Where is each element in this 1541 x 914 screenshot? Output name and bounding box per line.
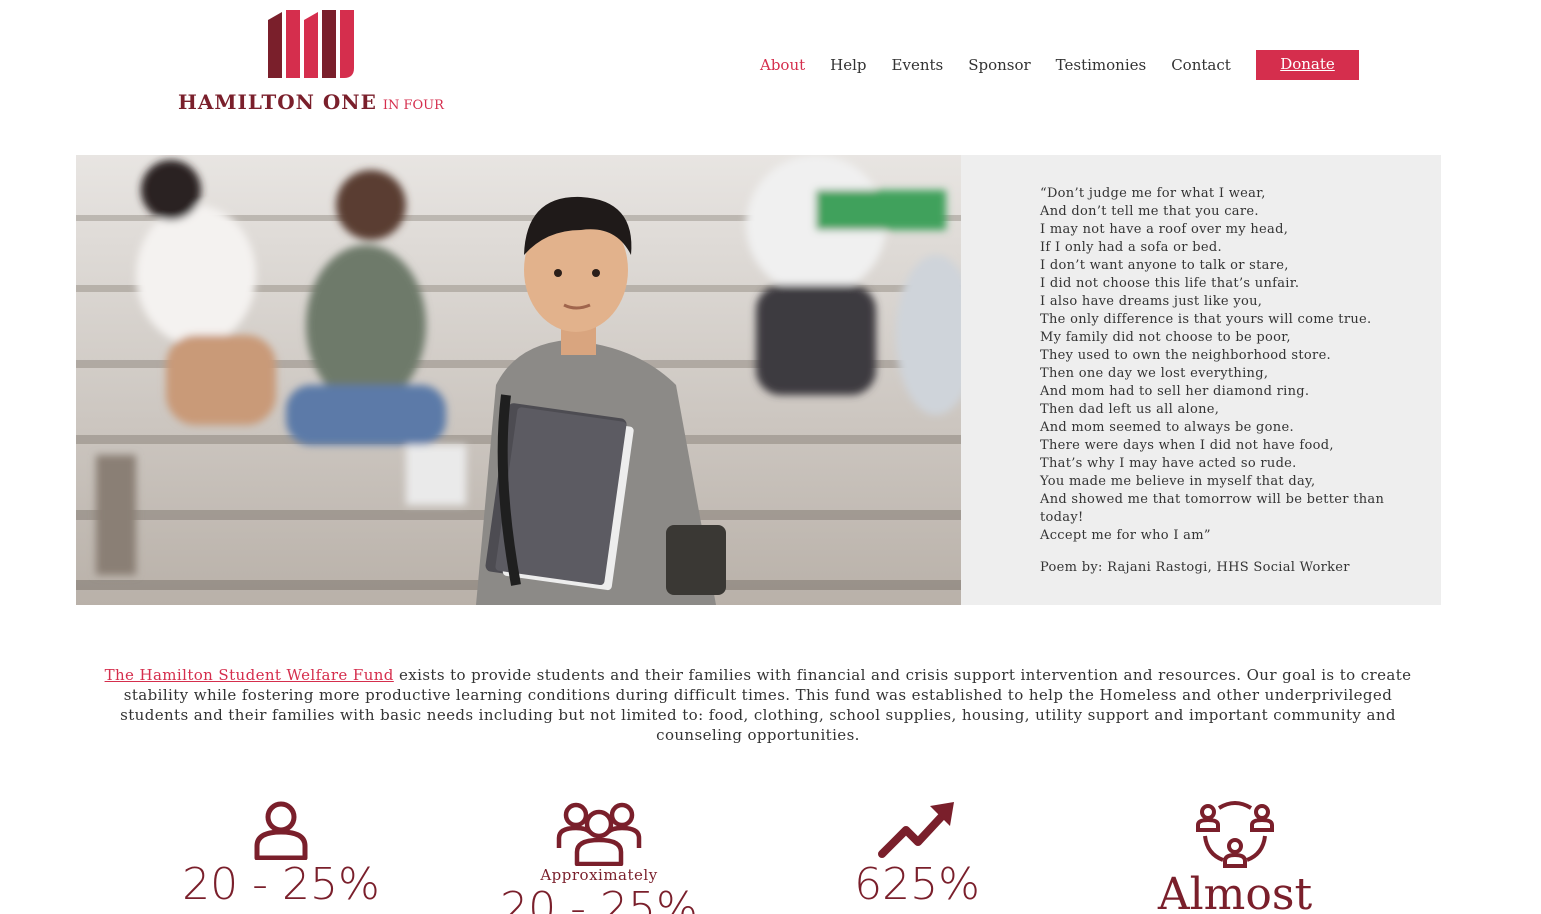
person-icon: [254, 801, 308, 860]
stat-item: Approximately 20 - 25%: [449, 800, 749, 914]
students-photo: [76, 155, 961, 605]
stat-item: 625%: [767, 800, 1067, 910]
poem-line: That’s why I may have acted so rude.: [1040, 456, 1297, 471]
students-photo-illustration: [76, 155, 961, 605]
poem-line: Accept me for who I am”: [1040, 528, 1211, 543]
poem-line: I don’t want anyone to talk or stare,: [1040, 258, 1289, 273]
poem-line: Then one day we lost everything,: [1040, 366, 1269, 381]
logo-text-main: HAMILTON ONE: [178, 90, 377, 114]
nav-contact[interactable]: Contact: [1171, 56, 1231, 74]
poem-line: My family did not choose to be poor,: [1040, 330, 1291, 345]
poem-line: “Don’t judge me for what I wear,: [1040, 186, 1266, 201]
poem-line: And mom had to sell her diamond ring.: [1040, 384, 1310, 399]
stat-prefix: Approximately: [540, 866, 658, 884]
group-icon: [556, 802, 642, 866]
donate-button[interactable]: Donate: [1256, 50, 1359, 80]
trend-up-icon: [878, 802, 954, 858]
site-logo[interactable]: HAMILTON ONE IN FOUR: [178, 10, 458, 120]
stat-value: Almost: [1157, 869, 1313, 914]
poem-line: And showed me that tomorrow will be bett…: [1040, 492, 1385, 525]
poem-line: You made me believe in myself that day,: [1040, 474, 1316, 489]
nav-sponsor[interactable]: Sponsor: [968, 56, 1030, 74]
nav-testimonies[interactable]: Testimonies: [1056, 56, 1147, 74]
network-icon: [1196, 801, 1274, 868]
nav-about[interactable]: About: [760, 56, 805, 74]
poem-line: I may not have a roof over my head,: [1040, 222, 1289, 237]
stat-value: 625%: [854, 859, 980, 910]
poem-line: There were days when I did not have food…: [1040, 438, 1334, 453]
poem-line: I did not choose this life that’s unfair…: [1040, 276, 1300, 291]
fund-intro: The Hamilton Student Welfare Fund exists…: [100, 665, 1416, 745]
hero-section: “Don’t judge me for what I wear, And don…: [76, 155, 1441, 605]
poem-credit: Poem by: Rajani Rastogi, HHS Social Work…: [1040, 560, 1350, 575]
poem-line: They used to own the neighborhood store.: [1040, 348, 1331, 363]
poem-line: And don’t tell me that you care.: [1040, 204, 1259, 219]
stat-value: 20 - 25%: [500, 883, 698, 914]
logo-mark-icon: [268, 10, 354, 78]
nav-help[interactable]: Help: [830, 56, 866, 74]
fund-link[interactable]: The Hamilton Student Welfare Fund: [105, 666, 394, 684]
nav-events[interactable]: Events: [892, 56, 944, 74]
stat-value: 20 - 25%: [182, 859, 380, 910]
stat-item: 20 - 25%: [131, 800, 431, 910]
logo-text-accent: IN FOUR: [382, 98, 444, 113]
poem-line: And mom seemed to always be gone.: [1040, 420, 1294, 435]
main-nav: About Help Events Sponsor Testimonies Co…: [760, 50, 1256, 80]
stat-item: Almost: [1085, 800, 1385, 914]
poem-line: I also have dreams just like you,: [1040, 294, 1263, 309]
poem-line: Then dad left us all alone,: [1040, 402, 1220, 417]
poem-line: If I only had a sofa or bed.: [1040, 240, 1222, 255]
poem-line: The only difference is that yours will c…: [1040, 312, 1372, 327]
poem: “Don’t judge me for what I wear, And don…: [1040, 185, 1410, 577]
